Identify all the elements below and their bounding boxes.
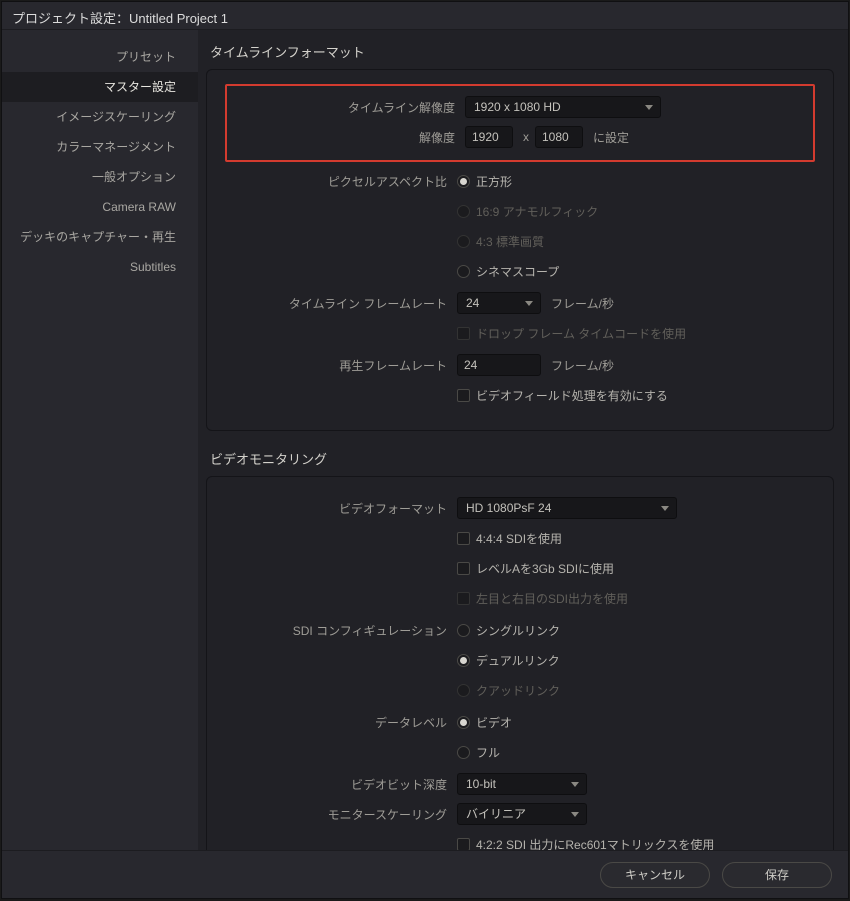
label-pixel-aspect: ピクセルアスペクト比 xyxy=(225,173,457,190)
sidebar-item-image-scaling[interactable]: イメージスケーリング xyxy=(2,102,198,132)
radio-square[interactable] xyxy=(457,175,470,188)
radio-label-4-3: 4:3 標準画質 xyxy=(476,233,544,250)
label-data-level: データレベル xyxy=(225,714,457,731)
label-playback-framerate: 再生フレームレート xyxy=(225,357,457,374)
highlight-box: タイムライン解像度 1920 x 1080 HD 解像度 xyxy=(225,84,815,162)
checkbox-label-444-sdi: 4:4:4 SDIを使用 xyxy=(476,530,562,547)
radio-label-quad-link: クアッドリンク xyxy=(476,682,560,699)
video-format-select[interactable]: HD 1080PsF 24 xyxy=(457,497,677,519)
radio-data-full[interactable] xyxy=(457,746,470,759)
chevron-down-icon: HD 1080PsF 24 xyxy=(457,497,677,519)
bit-depth-select[interactable]: 10-bit xyxy=(457,773,587,795)
section-title-timeline-format: タイムラインフォーマット xyxy=(210,42,834,61)
save-button[interactable]: 保存 xyxy=(722,862,832,888)
checkbox-label-video-field: ビデオフィールド処理を有効にする xyxy=(476,387,668,404)
content-area: タイムラインフォーマット タイムライン解像度 1920 x 1080 HD xyxy=(198,30,848,850)
sidebar-item-subtitles[interactable]: Subtitles xyxy=(2,252,198,282)
section-title-video-monitoring: ビデオモニタリング xyxy=(210,449,834,468)
sidebar-item-camera-raw[interactable]: Camera RAW xyxy=(2,192,198,222)
footer: キャンセル 保存 xyxy=(2,850,848,898)
radio-data-video[interactable] xyxy=(457,716,470,729)
panel-timeline-format: タイムライン解像度 1920 x 1080 HD 解像度 xyxy=(206,69,834,431)
panel-video-monitoring: ビデオフォーマット HD 1080PsF 24 4:4:4 SDIを使用 xyxy=(206,476,834,850)
label-timeline-framerate: タイムライン フレームレート xyxy=(225,295,457,312)
radio-label-dual-link: デュアルリンク xyxy=(476,652,560,669)
window-title: プロジェクト設定：Untitled Project 1 xyxy=(2,2,848,30)
chevron-down-icon: 1920 x 1080 HD xyxy=(465,96,661,118)
sidebar-item-presets[interactable]: プリセット xyxy=(2,42,198,72)
checkbox-label-dropframe: ドロップ フレーム タイムコードを使用 xyxy=(476,325,686,342)
checkbox-video-field[interactable] xyxy=(457,389,470,402)
checkbox-label-left-right-sdi: 左目と右目のSDI出力を使用 xyxy=(476,590,628,607)
sidebar-item-capture-playback[interactable]: デッキのキャプチャー・再生 xyxy=(2,222,198,252)
label-timeline-resolution: タイムライン解像度 xyxy=(233,99,465,116)
radio-single-link[interactable] xyxy=(457,624,470,637)
resolution-height-input[interactable] xyxy=(535,126,583,148)
playback-framerate-input[interactable] xyxy=(457,354,541,376)
sidebar-item-general-options[interactable]: 一般オプション xyxy=(2,162,198,192)
monitor-scaling-select[interactable]: バイリニア xyxy=(457,803,587,825)
framerate-suffix: フレーム/秒 xyxy=(551,295,614,312)
cancel-button[interactable]: キャンセル xyxy=(600,862,710,888)
label-video-format: ビデオフォーマット xyxy=(225,500,457,517)
timeline-resolution-select[interactable]: 1920 x 1080 HD xyxy=(465,96,661,118)
chevron-down-icon: バイリニア xyxy=(457,803,587,825)
radio-quad-link xyxy=(457,684,470,697)
radio-label-cinemascope: シネマスコープ xyxy=(476,263,559,280)
radio-label-16-9: 16:9 アナモルフィック xyxy=(476,203,598,220)
checkbox-444-sdi[interactable] xyxy=(457,532,470,545)
checkbox-left-right-sdi xyxy=(457,592,470,605)
label-resolution: 解像度 xyxy=(233,129,465,146)
radio-label-square: 正方形 xyxy=(476,173,512,190)
chevron-down-icon: 24 xyxy=(457,292,541,314)
sidebar-item-master-settings[interactable]: マスター設定 xyxy=(2,72,198,102)
chevron-down-icon: 10-bit xyxy=(457,773,587,795)
radio-16-9 xyxy=(457,205,470,218)
resolution-x-separator: x xyxy=(523,130,529,144)
resolution-width-input[interactable] xyxy=(465,126,513,148)
label-monitor-scaling: モニタースケーリング xyxy=(225,806,457,823)
checkbox-rec601[interactable] xyxy=(457,838,470,851)
radio-label-single-link: シングルリンク xyxy=(476,622,560,639)
radio-cinemascope[interactable] xyxy=(457,265,470,278)
checkbox-label-level-a: レベルAを3Gb SDIに使用 xyxy=(476,560,614,577)
checkbox-dropframe xyxy=(457,327,470,340)
checkbox-level-a[interactable] xyxy=(457,562,470,575)
label-sdi-config: SDI コンフィギュレーション xyxy=(225,622,457,639)
playback-framerate-suffix: フレーム/秒 xyxy=(551,357,614,374)
resolution-suffix: に設定 xyxy=(593,129,629,146)
checkbox-label-rec601: 4:2:2 SDI 出力にRec601マトリックスを使用 xyxy=(476,836,714,851)
radio-dual-link[interactable] xyxy=(457,654,470,667)
radio-4-3 xyxy=(457,235,470,248)
radio-label-data-video: ビデオ xyxy=(476,714,512,731)
radio-label-data-full: フル xyxy=(476,744,500,761)
label-bit-depth: ビデオビット深度 xyxy=(225,776,457,793)
sidebar: プリセット マスター設定 イメージスケーリング カラーマネージメント 一般オプシ… xyxy=(2,30,198,850)
timeline-framerate-select[interactable]: 24 xyxy=(457,292,541,314)
sidebar-item-color-management[interactable]: カラーマネージメント xyxy=(2,132,198,162)
